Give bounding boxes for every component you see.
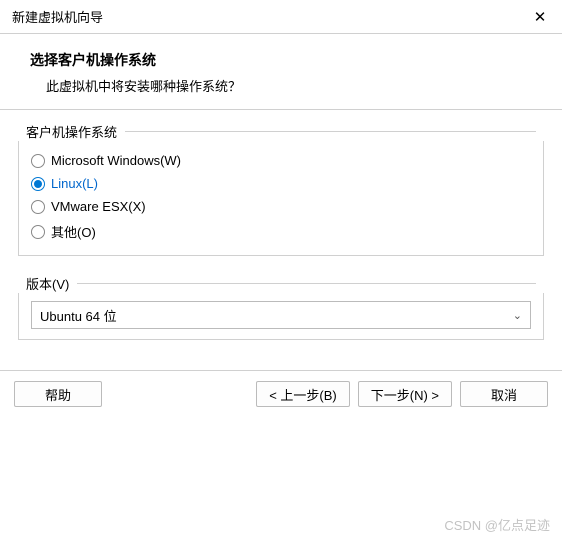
back-button[interactable]: < 上一步(B) [256,381,350,407]
radio-windows[interactable]: Microsoft Windows(W) [31,149,531,172]
page-subtitle: 此虚拟机中将安装哪种操作系统？ [30,76,532,95]
version-fieldset: 版本(V) Ubuntu 64 位 ⌄ [18,274,544,340]
guest-os-fieldset: 客户机操作系统 Microsoft Windows(W) Linux(L) VM… [18,122,544,256]
close-button[interactable]: ✕ [530,7,550,27]
wizard-content: 客户机操作系统 Microsoft Windows(W) Linux(L) VM… [0,110,562,370]
version-legend: 版本(V) [26,274,69,293]
button-label: 下一步(N) > [371,385,439,404]
wizard-footer: 帮助 < 上一步(B) 下一步(N) > 取消 [0,370,562,417]
watermark: CSDN @亿点足迹 [444,515,550,534]
version-select[interactable]: Ubuntu 64 位 ⌄ [31,301,531,329]
radio-label: VMware ESX(X) [51,199,146,214]
button-label: < 上一步(B) [269,385,337,404]
version-select-value: Ubuntu 64 位 [40,306,117,325]
radio-icon [31,200,45,214]
radio-other[interactable]: 其他(O) [31,218,531,245]
help-button[interactable]: 帮助 [14,381,102,407]
guest-os-legend: 客户机操作系统 [26,122,117,141]
cancel-button[interactable]: 取消 [460,381,548,407]
radio-linux[interactable]: Linux(L) [31,172,531,195]
radio-icon [31,177,45,191]
radio-icon [31,154,45,168]
close-icon: ✕ [534,8,547,26]
page-title: 选择客户机操作系统 [30,50,532,70]
next-button[interactable]: 下一步(N) > [358,381,452,407]
button-label: 取消 [491,385,517,404]
radio-icon [31,225,45,239]
radio-label: Linux(L) [51,176,98,191]
button-label: 帮助 [45,385,71,404]
window-title: 新建虚拟机向导 [12,7,103,26]
radio-label: Microsoft Windows(W) [51,153,181,168]
wizard-header: 选择客户机操作系统 此虚拟机中将安装哪种操作系统？ [0,34,562,109]
radio-vmware-esx[interactable]: VMware ESX(X) [31,195,531,218]
titlebar: 新建虚拟机向导 ✕ [0,0,562,34]
chevron-down-icon: ⌄ [513,309,522,322]
radio-label: 其他(O) [51,222,96,241]
